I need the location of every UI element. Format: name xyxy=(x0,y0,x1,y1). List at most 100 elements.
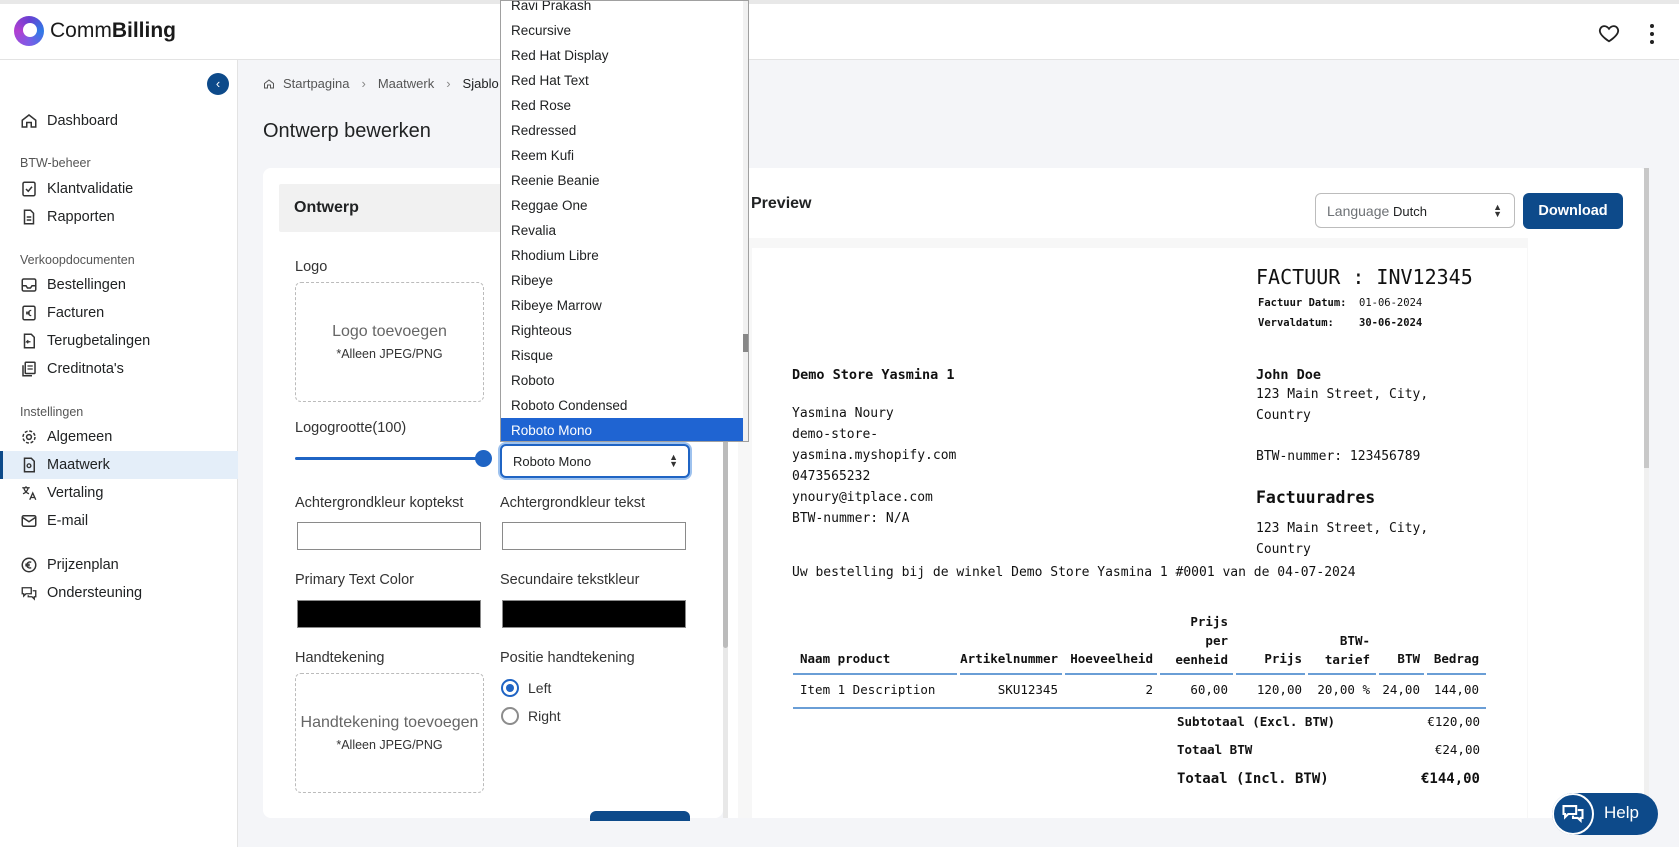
sidebar-item-ondersteuning[interactable]: Ondersteuning xyxy=(0,579,238,607)
font-option[interactable]: Reenie Beanie xyxy=(501,168,744,193)
font-option[interactable]: Righteous xyxy=(501,318,744,343)
font-option[interactable]: Ravi Prakash xyxy=(501,1,744,18)
table-header: Prijs xyxy=(1264,651,1302,666)
translate-icon xyxy=(20,484,38,502)
logo-size-label: Logogrootte(100) xyxy=(295,420,407,436)
header-bg-color-input[interactable] xyxy=(297,522,481,550)
signature-position-right-radio[interactable] xyxy=(501,707,519,725)
font-option[interactable]: Reggae One xyxy=(501,193,744,218)
chat-icon xyxy=(20,584,38,602)
sidebar-item-label: Maatwerk xyxy=(47,457,110,473)
cell-amount: 144,00 xyxy=(1433,682,1479,697)
font-option[interactable]: Red Hat Text xyxy=(501,68,744,93)
logo-hint-text: *Alleen JPEG/PNG xyxy=(336,347,443,361)
table-header-underline xyxy=(793,673,957,675)
table-header: Hoeveelheid xyxy=(1070,651,1153,666)
sidebar-item-prijzenplan[interactable]: Prijzenplan xyxy=(0,551,238,579)
sidebar-collapse-button[interactable]: ‹ xyxy=(207,73,229,95)
font-option[interactable]: Roboto Mono xyxy=(501,418,744,441)
help-button[interactable]: Help xyxy=(1552,793,1658,835)
breadcrumb-home[interactable]: Startpagina xyxy=(283,76,350,91)
cell-price: 120,00 xyxy=(1256,682,1302,697)
table-header: Bedrag xyxy=(1433,651,1479,666)
logo-label: Logo xyxy=(295,259,328,275)
table-header-underline xyxy=(1236,673,1305,675)
font-option[interactable]: Reem Kufi xyxy=(501,143,744,168)
table-header: BTW xyxy=(1397,651,1420,666)
table-header-underline xyxy=(1379,673,1424,675)
font-option[interactable]: Red Hat Display xyxy=(501,43,744,68)
sidebar-item-klantvalidatie[interactable]: Klantvalidatie xyxy=(0,175,238,203)
primary-text-color-input[interactable] xyxy=(297,600,481,628)
refund-icon xyxy=(20,332,38,350)
signature-upload-area[interactable]: Handtekening toevoegen *Alleen JPEG/PNG xyxy=(295,673,484,793)
brand-name: CommBilling xyxy=(50,19,177,42)
text-bg-color-label: Achtergrondkleur tekst xyxy=(500,495,646,511)
text-bg-color-input[interactable] xyxy=(502,522,686,550)
font-option[interactable]: Roboto xyxy=(501,368,744,393)
sidebar-item-dashboard[interactable]: Dashboard xyxy=(0,107,238,135)
font-option[interactable]: Revalia xyxy=(501,218,744,243)
sidebar-item-bestellingen[interactable]: Bestellingen xyxy=(0,271,238,299)
logo-upload-area[interactable]: Logo toevoegen *Alleen JPEG/PNG xyxy=(295,282,484,402)
more-menu-icon[interactable] xyxy=(1644,22,1660,46)
font-select[interactable]: Roboto Mono ▲ ▼ xyxy=(500,444,690,478)
font-select-value: Roboto Mono xyxy=(513,454,592,469)
sidebar-item-maatwerk[interactable]: Maatwerk xyxy=(0,451,238,479)
order-line: Uw bestelling bij de winkel Demo Store Y… xyxy=(792,565,1356,580)
font-dropdown-scrollbar[interactable] xyxy=(743,1,748,441)
download-button[interactable]: Download xyxy=(1523,193,1623,229)
logo-size-slider-track[interactable] xyxy=(295,457,485,460)
customer-line: Country xyxy=(1256,408,1311,423)
secondary-text-color-input[interactable] xyxy=(502,600,686,628)
billing-address-title: Factuuradres xyxy=(1256,488,1376,507)
font-dropdown-list[interactable]: Ravi Prakash Recursive Red Hat Display Red … xyxy=(500,0,749,442)
breadcrumb: Startpagina › Maatwerk › Sjablo xyxy=(263,76,499,91)
top-bar: CommBilling xyxy=(0,0,1679,60)
currency-document-icon xyxy=(20,304,38,322)
sidebar-item-label: Dashboard xyxy=(47,113,118,129)
table-header: Artikelnummer xyxy=(960,651,1058,666)
table-header-underline xyxy=(1427,673,1486,675)
sidebar-item-creditnotas[interactable]: Creditnota's xyxy=(0,355,238,383)
font-option[interactable]: Risque xyxy=(501,343,744,368)
signature-position-left-radio[interactable] xyxy=(501,679,519,697)
billing-line: Country xyxy=(1256,542,1311,557)
heart-icon[interactable] xyxy=(1598,22,1620,44)
save-button[interactable] xyxy=(590,811,690,821)
sidebar-item-label: Bestellingen xyxy=(47,277,126,293)
font-option[interactable]: Red Rose xyxy=(501,93,744,118)
store-line: yasmina.myshopify.com xyxy=(792,448,957,463)
sidebar-item-algemeen[interactable]: Algemeen xyxy=(0,423,238,451)
preview-scrollbar[interactable] xyxy=(1644,168,1649,818)
font-option[interactable]: Ribeye xyxy=(501,268,744,293)
nav-section-title: BTW-beheer xyxy=(20,156,91,170)
font-option[interactable]: Roboto Condensed xyxy=(501,393,744,418)
brand-logo[interactable]: CommBilling xyxy=(14,16,176,46)
sidebar-item-rapporten[interactable]: Rapporten xyxy=(0,203,238,231)
cell-vat-rate: 20,00 % xyxy=(1317,682,1370,697)
logo-size-slider-handle[interactable] xyxy=(475,450,492,467)
signature-position-left-label: Left xyxy=(528,680,552,696)
page-title: Ontwerp bewerken xyxy=(263,120,431,142)
table-header-underline xyxy=(1065,673,1157,675)
euro-icon xyxy=(20,556,38,574)
customer-name: John Doe xyxy=(1256,367,1322,383)
font-option[interactable]: Ribeye Marrow xyxy=(501,293,744,318)
sidebar-item-label: Ondersteuning xyxy=(47,585,143,601)
preview-title: Preview xyxy=(751,195,812,212)
sidebar-item-terugbetalingen[interactable]: Terugbetalingen xyxy=(0,327,238,355)
breadcrumb-maatwerk[interactable]: Maatwerk xyxy=(378,76,434,91)
signature-label: Handtekening xyxy=(295,650,385,666)
sidebar-item-facturen[interactable]: Facturen xyxy=(0,299,238,327)
sidebar-item-email[interactable]: E-mail xyxy=(0,507,238,535)
font-option[interactable]: Recursive xyxy=(501,18,744,43)
table-header-underline xyxy=(960,673,1062,675)
home-icon xyxy=(264,78,274,88)
font-option[interactable]: Rhodium Libre xyxy=(501,243,744,268)
font-option[interactable]: Redressed xyxy=(501,118,744,143)
language-select[interactable]: Language Dutch ▲ ▼ xyxy=(1315,193,1515,228)
total-value: €144,00 xyxy=(1420,771,1480,787)
cell-qty: 2 xyxy=(1145,682,1153,697)
sidebar-item-vertaling[interactable]: Vertaling xyxy=(0,479,238,507)
